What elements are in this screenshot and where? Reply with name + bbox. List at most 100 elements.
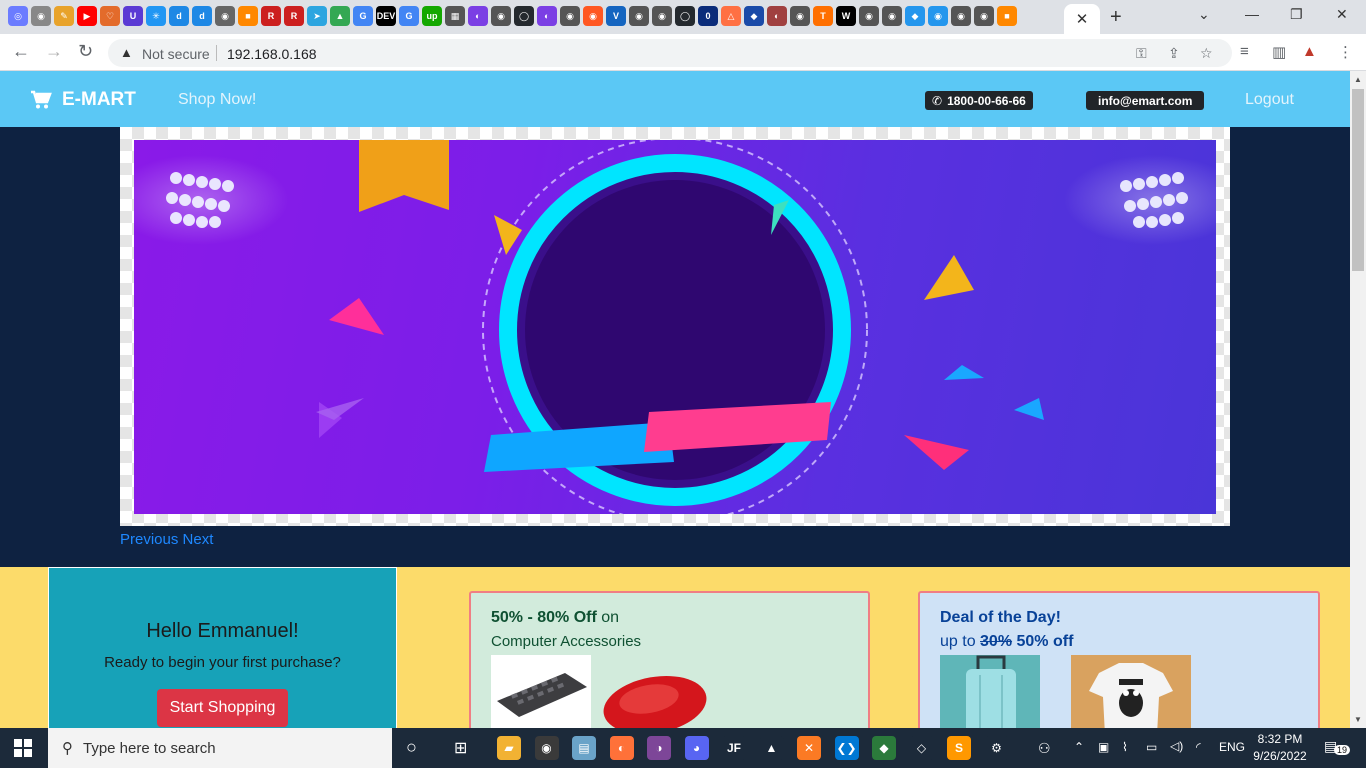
security-label[interactable]: Not secure: [142, 46, 210, 62]
scroll-up-arrow-icon[interactable]: ▲: [1354, 75, 1362, 84]
taskbar-app-tor-icon[interactable]: ◑: [647, 736, 671, 760]
forward-icon[interactable]: →: [45, 41, 63, 62]
tab-favicon[interactable]: ■: [997, 6, 1017, 26]
people-icon[interactable]: ⚇: [1038, 740, 1051, 757]
url-text[interactable]: 192.168.0.168: [227, 46, 317, 62]
taskbar-app-vscode-icon[interactable]: ❮❯: [834, 736, 859, 760]
tab-favicon[interactable]: V: [606, 6, 626, 26]
email-badge[interactable]: info@emart.com: [1086, 91, 1205, 110]
mouse-image[interactable]: [597, 665, 707, 728]
taskbar-app-chrome-icon[interactable]: ◉: [534, 736, 559, 760]
maximize-button[interactable]: ❐: [1290, 6, 1303, 23]
key-icon[interactable]: ⚿: [1136, 45, 1147, 62]
tab-favicon[interactable]: ✎: [54, 6, 74, 26]
luggage-image[interactable]: [940, 655, 1040, 728]
tab-favicon[interactable]: ▲: [330, 6, 350, 26]
tab-favicon[interactable]: ◎: [8, 6, 28, 26]
share-icon[interactable]: ⇪: [1168, 45, 1180, 62]
tab-favicon[interactable]: ◉: [882, 6, 902, 26]
network-icon[interactable]: ⌇: [1122, 740, 1128, 754]
start-button[interactable]: [14, 739, 32, 762]
tab-favicon[interactable]: ◉: [491, 6, 511, 26]
taskbar-search-box[interactable]: ⚲ Type here to search: [48, 728, 392, 768]
tab-favicon[interactable]: ▶: [77, 6, 97, 26]
tab-favicon[interactable]: ◉: [928, 6, 948, 26]
back-icon[interactable]: ←: [12, 41, 30, 62]
taskbar-app-alpari-icon[interactable]: ▲: [759, 736, 784, 760]
tab-favicon[interactable]: ◯: [514, 6, 534, 26]
tab-favicon[interactable]: ♡: [100, 6, 120, 26]
tab-favicon[interactable]: d: [169, 6, 189, 26]
notification-center-button[interactable]: ▤ 19: [1324, 738, 1351, 758]
tab-favicon[interactable]: d: [192, 6, 212, 26]
tab-favicon[interactable]: ◉: [790, 6, 810, 26]
tab-favicon[interactable]: W: [836, 6, 856, 26]
battery-icon[interactable]: ▭: [1146, 740, 1157, 754]
tab-favicon[interactable]: 0: [698, 6, 718, 26]
tab-favicon[interactable]: ◉: [974, 6, 994, 26]
tab-favicon[interactable]: ◆: [905, 6, 925, 26]
tab-favicon[interactable]: ■: [238, 6, 258, 26]
accessories-promo-card[interactable]: 50% - 80% Off on Computer Accessories: [469, 591, 870, 728]
reading-list-icon[interactable]: ≡: [1240, 43, 1249, 60]
taskbar-app-settings-icon[interactable]: ⚙: [984, 736, 1009, 760]
carousel-next-link[interactable]: Next: [183, 531, 214, 548]
start-shopping-button[interactable]: Start Shopping: [157, 689, 288, 727]
minimize-button[interactable]: —: [1245, 6, 1259, 22]
carousel-banner-image[interactable]: [134, 140, 1216, 514]
tab-favicon[interactable]: △: [721, 6, 741, 26]
tab-favicon[interactable]: ◉: [560, 6, 580, 26]
warning-icon[interactable]: ▲: [120, 45, 133, 60]
tab-favicon[interactable]: ◐: [537, 6, 557, 26]
active-tab[interactable]: ✕: [1064, 4, 1100, 34]
wifi-icon[interactable]: ◜: [1196, 740, 1201, 754]
brand[interactable]: E-MART: [30, 89, 136, 111]
deal-of-day-card[interactable]: Deal of the Day! up to 30% 50% off: [918, 591, 1320, 728]
tab-favicon[interactable]: ◉: [859, 6, 879, 26]
volume-icon[interactable]: ◁): [1170, 739, 1183, 753]
task-view-icon[interactable]: ⊞: [454, 738, 467, 758]
profile-extension-icon[interactable]: ▲: [1302, 43, 1317, 60]
taskbar-app-virtualbox-icon[interactable]: ◇: [909, 736, 934, 760]
carousel-previous-link[interactable]: Previous: [120, 531, 178, 548]
taskbar-app-file-explorer-icon[interactable]: ▰: [497, 736, 521, 760]
phone-badge[interactable]: ✆ 1800-00-66-66: [925, 91, 1033, 110]
taskbar-app-sublime-icon[interactable]: S: [947, 736, 971, 760]
side-panel-icon[interactable]: ▥: [1272, 43, 1286, 61]
tshirt-image[interactable]: [1071, 655, 1191, 728]
language-indicator[interactable]: ENG: [1219, 740, 1245, 754]
tab-favicon[interactable]: DEV: [376, 6, 396, 26]
tab-favicon[interactable]: up: [422, 6, 442, 26]
page-scrollbar[interactable]: ▲ ▼: [1350, 71, 1366, 728]
tab-favicon[interactable]: ◐: [767, 6, 787, 26]
taskbar-app-discord-icon[interactable]: ◕: [684, 736, 709, 760]
taskbar-app-git-icon[interactable]: ◆: [872, 736, 896, 760]
tab-favicon[interactable]: ▦: [445, 6, 465, 26]
tab-search-icon[interactable]: ⌄: [1198, 6, 1210, 23]
logout-link[interactable]: Logout: [1245, 91, 1294, 109]
keyboard-image[interactable]: [491, 655, 591, 728]
address-bar[interactable]: ▲ Not secure 192.168.0.168 ⚿ ⇪ ☆: [108, 39, 1232, 67]
bookmark-star-icon[interactable]: ☆: [1200, 45, 1213, 62]
tab-favicon[interactable]: ◉: [652, 6, 672, 26]
tab-favicon[interactable]: T: [813, 6, 833, 26]
scroll-thumb[interactable]: [1352, 89, 1364, 271]
tab-favicon[interactable]: R: [284, 6, 304, 26]
tab-favicon[interactable]: ➤: [307, 6, 327, 26]
tab-favicon[interactable]: ◉: [31, 6, 51, 26]
tab-favicon[interactable]: G: [353, 6, 373, 26]
meet-now-icon[interactable]: ▣: [1098, 740, 1109, 754]
tab-favicon[interactable]: ◉: [583, 6, 603, 26]
close-tab-icon[interactable]: ✕: [1076, 10, 1089, 28]
tab-favicon[interactable]: ◯: [675, 6, 695, 26]
clock[interactable]: 8:32 PM 9/26/2022: [1252, 731, 1308, 765]
tab-favicon[interactable]: R: [261, 6, 281, 26]
taskbar-app-notepad-icon[interactable]: ▤: [572, 736, 596, 760]
scroll-down-arrow-icon[interactable]: ▼: [1354, 715, 1362, 724]
tab-favicon[interactable]: U: [123, 6, 143, 26]
tab-favicon[interactable]: ◉: [215, 6, 235, 26]
tab-favicon[interactable]: ◉: [951, 6, 971, 26]
cortana-icon[interactable]: ○: [406, 737, 417, 758]
reload-icon[interactable]: ↻: [78, 41, 93, 62]
tab-favicon[interactable]: ✳: [146, 6, 166, 26]
